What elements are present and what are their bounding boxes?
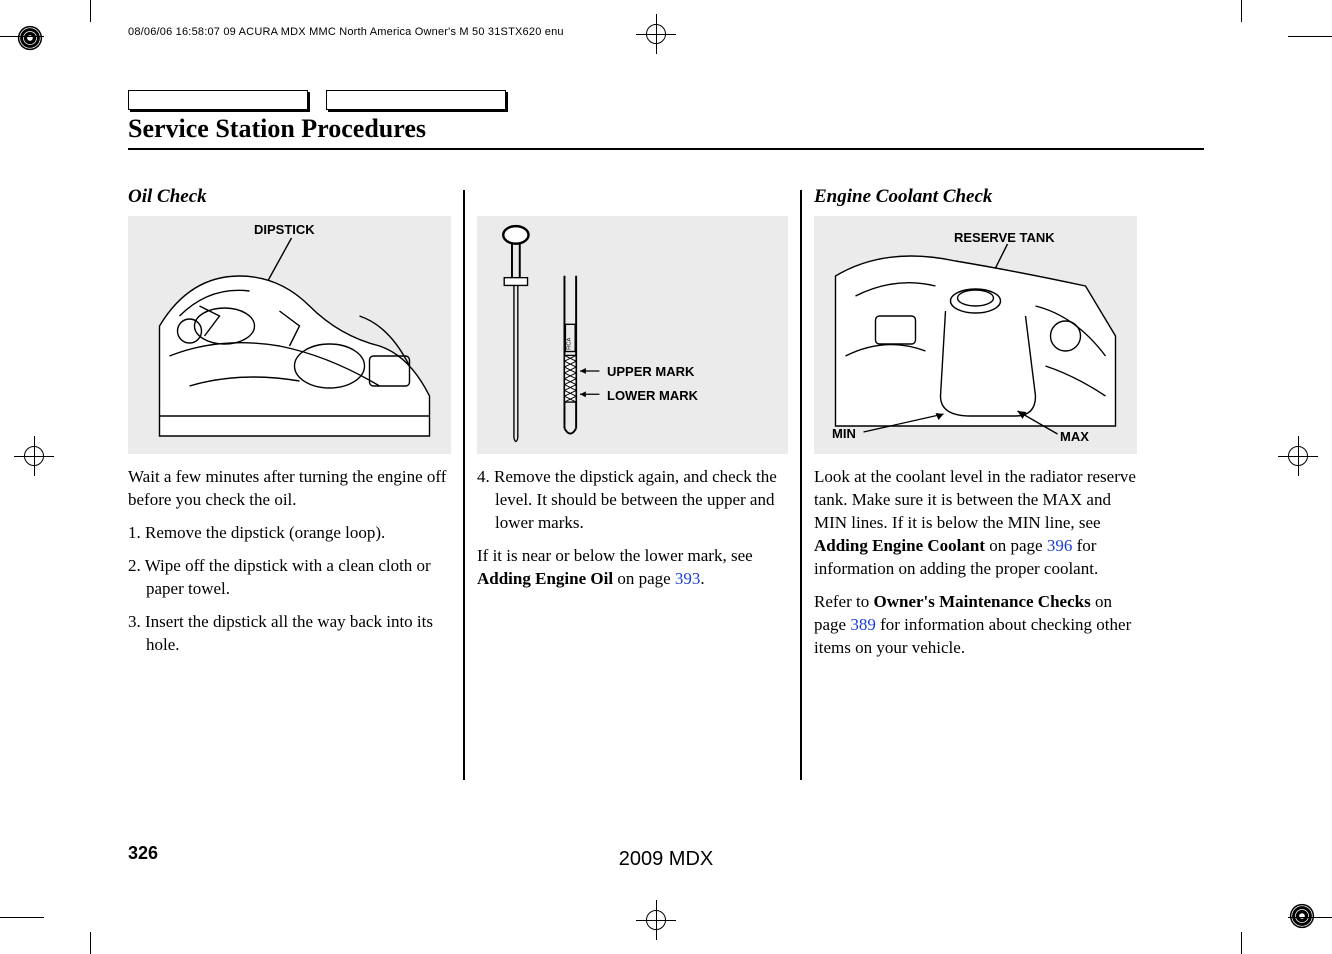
figure-dipstick-marks: UPPER MARK LOWER MARK [477,216,788,454]
oil-step-3: 3. Insert the dipstick all the way back … [146,611,451,657]
trim-line [1241,0,1242,22]
oil-lower-mark-text: If it is near or below the lower mark, s… [477,545,788,591]
page-link-396[interactable]: 396 [1047,536,1073,555]
trim-line [0,36,44,37]
crosshair-left-icon [14,436,54,476]
oil-step-2: 2. Wipe off the dipstick with a clean cl… [146,555,451,601]
trim-line [0,917,44,918]
oil-step-4: 4. Remove the dipstick again, and check … [495,466,788,535]
coolant-p1: Look at the coolant level in the radiato… [814,466,1137,581]
page-title: Service Station Procedures [128,114,1204,144]
oil-step-1: 1. Remove the dipstick (orange loop). [146,522,451,545]
coolant-check-heading: Engine Coolant Check [814,186,1137,208]
figure-dipstick: DIPSTICK [128,216,451,454]
ref-adding-engine-coolant: Adding Engine Coolant [814,536,985,555]
svg-text:RCA: RCA [566,337,572,349]
footer-model-year: 2009 MDX [0,848,1332,871]
crosshair-top-icon [636,14,676,54]
column-2: UPPER MARK LOWER MARK [465,186,800,786]
trim-line [1288,36,1332,37]
trim-line [90,0,91,22]
ref-owners-maintenance-checks: Owner's Maintenance Checks [873,592,1090,611]
dipstick-diagram-icon: RCA [477,216,788,454]
columns-container: Oil Check DIPSTICK [128,186,1204,786]
page-link-393[interactable]: 393 [675,569,701,588]
text-fragment: If it is near or below the lower mark, s… [477,546,753,565]
trim-line [1241,932,1242,954]
page-body: Service Station Procedures Oil Check DIP… [128,90,1204,786]
figure-reserve-tank: RESERVE TANK MIN MAX [814,216,1137,454]
print-registration-mark-br [1288,902,1316,930]
oil-check-heading: Oil Check [128,186,451,208]
engine-diagram-icon [128,216,451,454]
trim-line [90,932,91,954]
text-fragment: . [700,569,704,588]
tab-box [128,90,308,110]
column-1: Oil Check DIPSTICK [128,186,463,786]
text-fragment: Refer to [814,592,873,611]
tab-boxes [128,90,1204,110]
crosshair-right-icon [1278,436,1318,476]
page-link-389[interactable]: 389 [850,615,876,634]
text-fragment: on page [613,569,675,588]
coolant-diagram-icon [814,216,1137,454]
print-registration-mark-tl [16,24,44,52]
title-rule [128,148,1204,150]
text-fragment: on page [985,536,1047,555]
oil-intro-text: Wait a few minutes after turning the eng… [128,466,451,512]
coolant-p2: Refer to Owner's Maintenance Checks on p… [814,591,1137,660]
trim-line [1288,917,1332,918]
crosshair-bottom-icon [636,900,676,940]
tab-box [326,90,506,110]
print-header-slug: 08/06/06 16:58:07 09 ACURA MDX MMC North… [128,26,564,38]
column-3: Engine Coolant Check RESERVE TANK MIN MA… [802,186,1137,786]
text-fragment: Look at the coolant level in the radiato… [814,467,1136,532]
ref-adding-engine-oil: Adding Engine Oil [477,569,613,588]
